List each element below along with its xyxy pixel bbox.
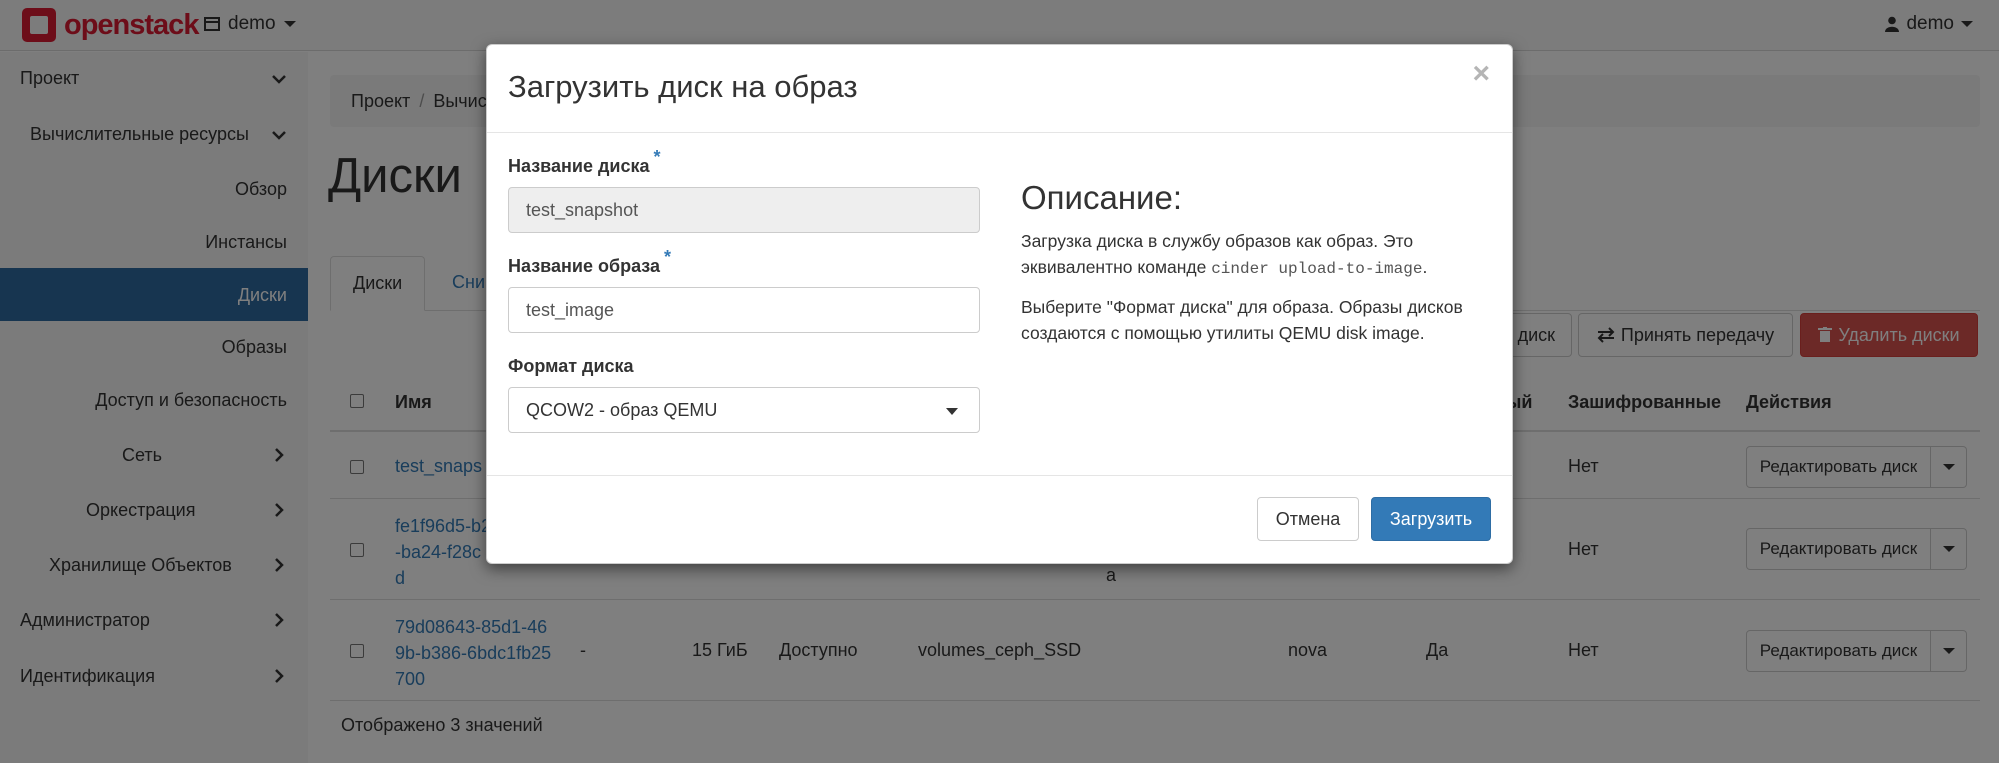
- image-name-label: Название образа *: [508, 247, 671, 277]
- image-name-label-text: Название образа: [508, 256, 661, 276]
- description-paragraph-1: Загрузка диска в службу образов как обра…: [1021, 228, 1491, 282]
- required-marker: *: [653, 147, 661, 167]
- modal-footer-divider: [487, 475, 1512, 476]
- description-title: Описание:: [1021, 179, 1183, 216]
- close-icon[interactable]: ×: [1472, 59, 1490, 89]
- cancel-button[interactable]: Отмена: [1257, 497, 1359, 541]
- volume-name-label: Название диска *: [508, 147, 661, 177]
- volume-name-label-text: Название диска: [508, 156, 650, 176]
- disk-format-select[interactable]: QCOW2 - образ QEMU: [508, 387, 980, 433]
- description-paragraph-2: Выберите "Формат диска" для образа. Обра…: [1021, 297, 1463, 343]
- command-code: cinder upload-to-image: [1211, 260, 1423, 278]
- required-marker: *: [664, 247, 672, 267]
- volume-name-input[interactable]: test_snapshot: [508, 187, 980, 233]
- modal-title: Загрузить диск на образ: [508, 69, 858, 104]
- upload-button[interactable]: Загрузить: [1371, 497, 1491, 541]
- caret-down-icon: [946, 408, 958, 415]
- upload-to-image-modal: Загрузить диск на образ × Название диска…: [486, 44, 1513, 564]
- image-name-input[interactable]: test_image: [508, 287, 980, 333]
- disk-format-value: QCOW2 - образ QEMU: [526, 400, 718, 420]
- modal-header-divider: [487, 132, 1512, 133]
- description-text: .: [1422, 257, 1428, 277]
- disk-format-label: Формат диска: [508, 356, 634, 376]
